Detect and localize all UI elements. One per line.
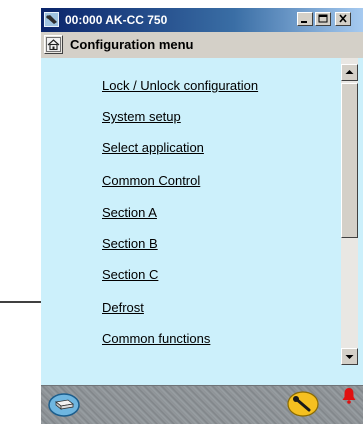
title-bar[interactable]: 00:000 AK-CC 750 (41, 8, 363, 32)
header-row: Configuration menu (41, 32, 363, 58)
window-title: 00:000 AK-CC 750 (65, 13, 168, 27)
menu-item-common-control[interactable]: Common Control (102, 173, 200, 189)
menu-item-defrost[interactable]: Defrost (102, 300, 144, 316)
content-footer-space (41, 367, 363, 385)
menu-item-system-setup[interactable]: System setup (102, 109, 181, 125)
key-icon[interactable] (287, 391, 319, 417)
page-title: Configuration menu (70, 37, 194, 52)
menu-content: Lock / Unlock configuration System setup… (41, 58, 363, 367)
vertical-scrollbar[interactable] (341, 58, 358, 365)
minimize-button[interactable] (297, 12, 313, 26)
scroll-down-button[interactable] (341, 348, 358, 365)
home-button[interactable] (44, 35, 63, 54)
scroll-thumb[interactable] (341, 83, 358, 238)
application-window: 00:000 AK-CC 750 Configuration menu Lock… (41, 8, 363, 424)
menu-item-section-c[interactable]: Section C (102, 267, 158, 283)
app-icon[interactable] (44, 12, 59, 27)
status-bar (41, 385, 363, 424)
menu-item-section-b[interactable]: Section B (102, 236, 158, 252)
home-icon (46, 37, 61, 52)
menu-item-select-application[interactable]: Select application (102, 140, 204, 156)
disk-icon[interactable] (48, 393, 80, 417)
close-button[interactable] (335, 12, 351, 26)
menu-item-lock-unlock-configuration[interactable]: Lock / Unlock configuration (102, 78, 258, 94)
alarm-bell-icon[interactable] (341, 387, 357, 405)
menu-item-section-a[interactable]: Section A (102, 205, 157, 221)
maximize-button[interactable] (315, 12, 331, 26)
scroll-up-button[interactable] (341, 64, 358, 81)
menu-item-common-functions[interactable]: Common functions (102, 331, 210, 347)
